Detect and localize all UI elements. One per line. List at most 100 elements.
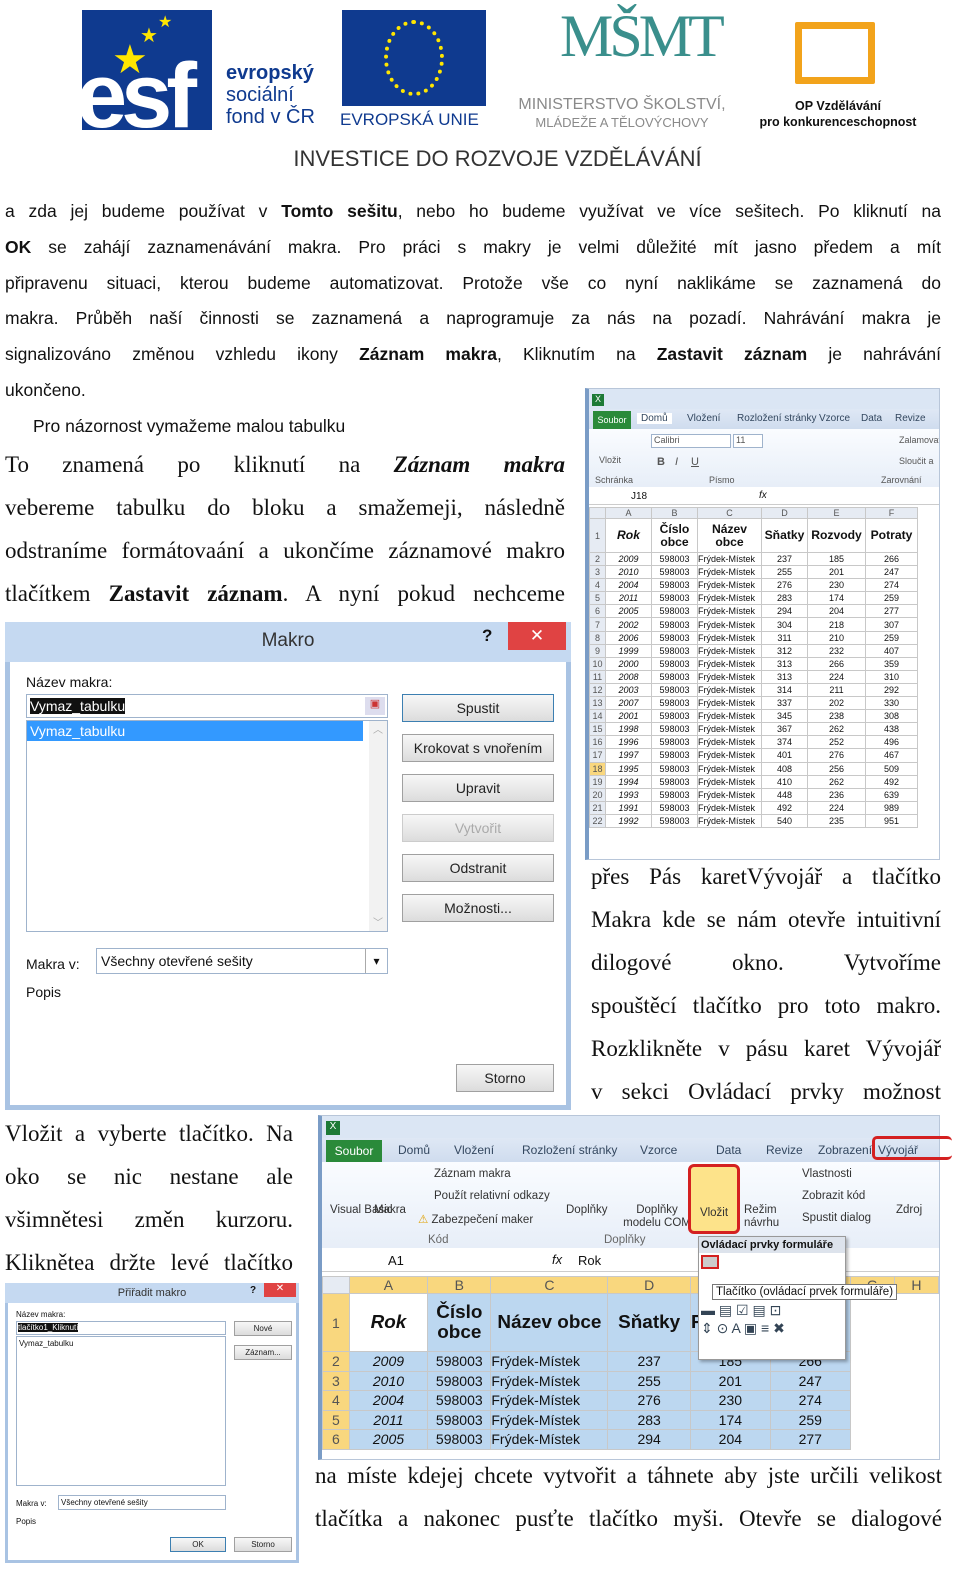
cell[interactable]: 1995 xyxy=(605,761,652,776)
cell[interactable]: Frýdek-Místek xyxy=(697,722,762,737)
cell[interactable]: 236 xyxy=(807,787,866,802)
spreadsheet-grid[interactable]: ABCDEFGH1RokČíslo obceNázev obceSňatkyRo… xyxy=(322,1276,939,1450)
cell[interactable]: 218 xyxy=(807,617,866,632)
cell[interactable]: 359 xyxy=(865,656,918,671)
cell[interactable]: 337 xyxy=(761,696,808,711)
macros-in-select[interactable]: Všechny otevřené sešity xyxy=(58,1495,226,1510)
properties-button[interactable]: Vlastnosti xyxy=(802,1168,852,1180)
cell[interactable]: 274 xyxy=(769,1390,851,1411)
cell[interactable]: 598003 xyxy=(651,656,698,671)
cell[interactable]: 276 xyxy=(761,578,808,593)
cell[interactable]: 262 xyxy=(807,722,866,737)
cell[interactable]: 277 xyxy=(865,604,918,619)
cell[interactable]: 2009 xyxy=(605,551,652,567)
cell[interactable]: 201 xyxy=(807,565,866,580)
cell[interactable]: 639 xyxy=(865,787,918,802)
cell[interactable]: 2005 xyxy=(348,1429,429,1450)
cell[interactable]: 304 xyxy=(761,617,808,632)
cell[interactable]: Frýdek-Místek xyxy=(697,735,762,750)
cell[interactable]: 276 xyxy=(807,748,866,763)
cell[interactable]: Frýdek-Místek xyxy=(490,1390,609,1411)
chevron-down-icon[interactable]: ▾ xyxy=(365,949,387,973)
cell[interactable]: 247 xyxy=(769,1370,851,1391)
cell[interactable]: Frýdek-Místek xyxy=(490,1370,609,1391)
step-into-button[interactable]: Krokovat s vnořením xyxy=(402,734,554,762)
cell[interactable]: 230 xyxy=(807,578,866,593)
record-button[interactable]: Záznam... xyxy=(234,1345,292,1360)
cell[interactable]: Frýdek-Místek xyxy=(697,761,762,776)
cell[interactable]: 255 xyxy=(761,565,808,580)
cell[interactable]: 598003 xyxy=(651,787,698,802)
name-box[interactable]: J18 xyxy=(631,491,647,502)
cell[interactable]: Frýdek-Místek xyxy=(490,1351,609,1372)
cell[interactable]: 262 xyxy=(807,774,866,789)
cell[interactable]: 235 xyxy=(807,813,866,828)
cell[interactable]: 211 xyxy=(807,682,866,698)
cell[interactable]: Frýdek-Místek xyxy=(697,748,762,763)
macro-security-button[interactable]: ⚠ Zabezpečení maker xyxy=(418,1212,533,1226)
cell[interactable]: 598003 xyxy=(651,551,698,567)
tab-domů[interactable]: Domů xyxy=(398,1143,430,1157)
cell[interactable]: 294 xyxy=(761,604,808,619)
cell[interactable]: 598003 xyxy=(651,722,698,737)
cell[interactable]: 2006 xyxy=(605,630,652,645)
cell[interactable]: Frýdek-Místek xyxy=(697,800,762,815)
cell[interactable]: 509 xyxy=(865,761,918,776)
cell[interactable]: 1998 xyxy=(605,722,652,737)
form-controls-icons[interactable]: ▬ ▤ ☑ ▤ ⊡ ⇕ ⊙ A ▣ ≡ ✖ xyxy=(699,1299,845,1339)
cell[interactable]: 259 xyxy=(769,1409,851,1430)
view-code-button[interactable]: Zobrazit kód xyxy=(802,1190,865,1202)
cell[interactable]: 598003 xyxy=(651,591,698,606)
cell[interactable]: 313 xyxy=(761,656,808,671)
wrap-text-button[interactable]: Zalamovat xyxy=(899,435,939,445)
cell[interactable]: 252 xyxy=(807,735,866,750)
cell[interactable]: 259 xyxy=(865,630,918,645)
cell[interactable]: Frýdek-Místek xyxy=(697,578,762,593)
cell[interactable]: 2002 xyxy=(605,617,652,632)
cell[interactable]: 598003 xyxy=(651,813,698,828)
cell[interactable]: 598003 xyxy=(651,735,698,750)
formula-bar[interactable]: Rok xyxy=(578,1253,601,1268)
cell[interactable]: 313 xyxy=(761,669,808,684)
cell[interactable]: Frýdek-Místek xyxy=(697,682,762,698)
cell[interactable]: 598003 xyxy=(651,696,698,711)
cell[interactable]: 598003 xyxy=(651,565,698,580)
tab-revize[interactable]: Revize xyxy=(895,413,926,424)
cell[interactable]: Frýdek-Místek xyxy=(697,787,762,802)
cell[interactable]: 259 xyxy=(865,591,918,606)
cell[interactable]: 467 xyxy=(865,748,918,763)
cell[interactable]: Frýdek-Místek xyxy=(697,774,762,789)
cell[interactable]: 496 xyxy=(865,735,918,750)
macros-in-select[interactable]: Všechny otevřené sešity ▾ xyxy=(96,948,388,974)
tab-rozlozeni[interactable]: Rozložení stránky xyxy=(737,413,816,424)
cell[interactable]: Frýdek-Místek xyxy=(697,565,762,580)
cell[interactable]: 598003 xyxy=(651,669,698,684)
cell[interactable]: 598003 xyxy=(651,748,698,763)
cell[interactable]: Frýdek-Místek xyxy=(697,617,762,632)
cell[interactable]: 238 xyxy=(807,709,866,724)
cell[interactable]: 2001 xyxy=(605,709,652,724)
cell[interactable]: 232 xyxy=(807,643,866,658)
cell[interactable]: 224 xyxy=(807,800,866,815)
paste-button[interactable]: Vložit xyxy=(599,455,621,465)
edit-button[interactable]: Upravit xyxy=(402,774,554,802)
cell[interactable]: 311 xyxy=(761,630,808,645)
fx-icon[interactable]: fx xyxy=(759,490,767,501)
collapse-dialog-icon[interactable]: ▣ xyxy=(365,697,385,715)
cell[interactable]: 247 xyxy=(865,565,918,580)
cell[interactable]: 492 xyxy=(761,800,808,815)
cell[interactable]: 174 xyxy=(807,591,866,606)
macro-list[interactable]: Vymaz_tabulku xyxy=(16,1336,226,1486)
run-button[interactable]: Spustit xyxy=(402,694,554,722)
cancel-button[interactable]: Storno xyxy=(456,1064,554,1092)
cell[interactable]: Frýdek-Místek xyxy=(697,813,762,828)
italic-button[interactable]: I xyxy=(675,456,678,468)
spreadsheet-grid[interactable]: A B C D E F 1 Rok Číslo obce Název obce Sňatky Rozv… xyxy=(589,507,918,828)
cell[interactable]: 598003 xyxy=(427,1351,492,1372)
cell[interactable]: 598003 xyxy=(427,1390,492,1411)
cell[interactable]: 174 xyxy=(689,1409,771,1430)
cell[interactable]: Frýdek-Místek xyxy=(697,643,762,658)
cell[interactable]: 2011 xyxy=(348,1409,429,1430)
cell[interactable]: 204 xyxy=(689,1429,771,1450)
cell[interactable]: 256 xyxy=(807,761,866,776)
